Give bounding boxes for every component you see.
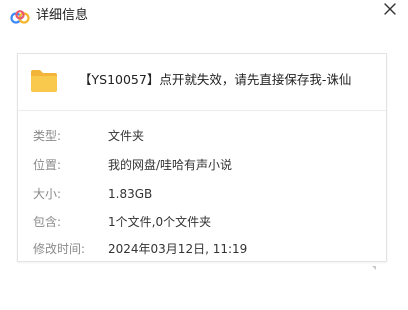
detail-value: 1个文件,0个文件夹: [108, 215, 212, 229]
resize-grip-icon[interactable]: [371, 256, 377, 270]
detail-row-size: 大小: 1.83GB: [18, 186, 386, 204]
detail-value: 1.83GB: [108, 187, 153, 201]
detail-value: 文件夹: [108, 129, 145, 143]
detail-value: 我的网盘/哇哈有声小说: [108, 158, 233, 172]
title-bar: 详细信息: [0, 0, 408, 34]
detail-row-type: 类型: 文件夹: [18, 128, 386, 146]
details-card: 【YS10057】点开就失效，请先直接保存我-诛仙 类型: 文件夹 位置: 我的…: [17, 53, 387, 262]
detail-row-contains: 包含: 1个文件,0个文件夹: [18, 214, 386, 232]
detail-label: 大小:: [33, 187, 62, 201]
detail-label: 修改时间:: [33, 242, 86, 256]
detail-label: 包含:: [33, 215, 62, 229]
detail-label: 位置:: [33, 158, 62, 172]
folder-icon: [30, 69, 58, 93]
detail-value: 2024年03月12日, 11:19: [108, 242, 248, 256]
detail-row-location: 位置: 我的网盘/哇哈有声小说: [18, 157, 386, 175]
divider: [18, 110, 386, 111]
details-dialog: 详细信息 【YS10057】点开就失效，请先直接保存我-诛仙 类型: 文件夹 位…: [0, 0, 408, 310]
close-button[interactable]: [380, 0, 400, 20]
detail-row-modified: 修改时间: 2024年03月12日, 11:19: [18, 241, 386, 259]
cloud-logo-icon: [10, 9, 30, 24]
file-header: 【YS10057】点开就失效，请先直接保存我-诛仙: [18, 54, 386, 110]
detail-label: 类型:: [33, 129, 62, 143]
file-name: 【YS10057】点开就失效，请先直接保存我-诛仙: [79, 72, 352, 87]
close-icon[interactable]: [380, 0, 400, 20]
dialog-title: 详细信息: [36, 8, 89, 23]
